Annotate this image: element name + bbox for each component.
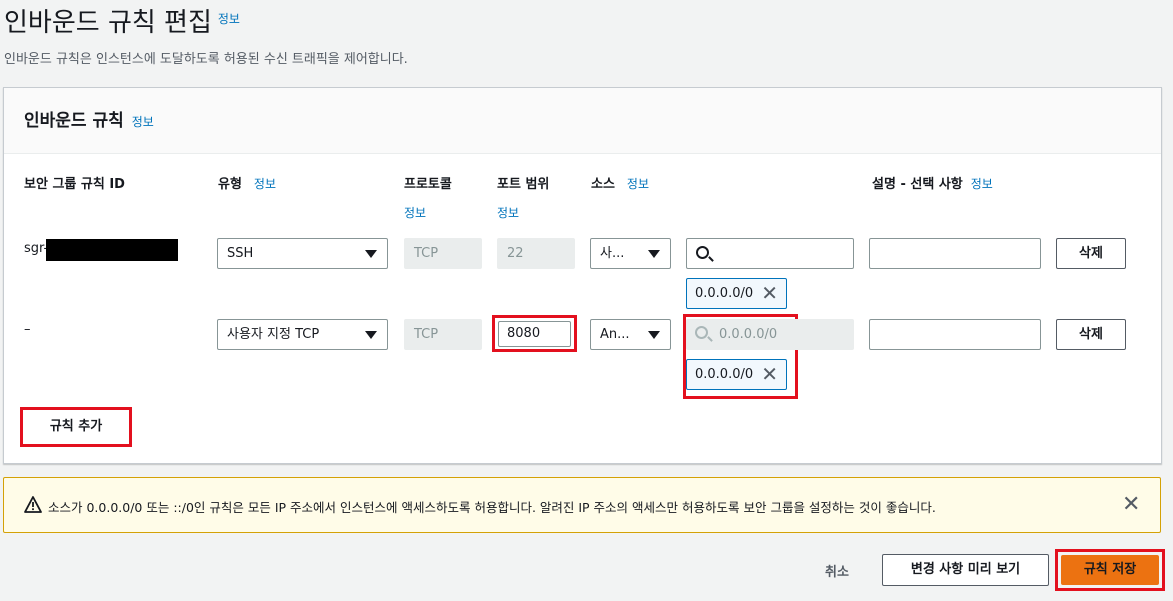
delete-rule-button[interactable]: 삭제 — [1056, 238, 1126, 269]
rule-id-text: sgr- — [24, 241, 49, 256]
type-select-value: 사용자 지정 TCP — [227, 327, 320, 342]
redacted-rule-id — [46, 239, 178, 261]
type-select[interactable]: SSH — [217, 238, 388, 269]
port-range-input[interactable]: 8080 — [498, 321, 571, 347]
col-header-port-range: 포트 범위 — [497, 177, 550, 192]
source-token-text: 0.0.0.0/0 — [695, 367, 754, 382]
col-header-type-label: 유형 — [218, 177, 242, 192]
close-icon[interactable]: ✕ — [1122, 492, 1140, 517]
preview-changes-button[interactable]: 변경 사항 미리 보기 — [882, 554, 1049, 586]
caret-down-icon — [648, 250, 660, 258]
description-info-link[interactable]: 정보 — [971, 177, 993, 191]
panel-title-text: 인바운드 규칙 — [24, 111, 124, 131]
page-title-text: 인바운드 규칙 편집 — [4, 8, 212, 38]
warning-banner: 소스가 0.0.0.0/0 또는 ::/0인 규칙은 모든 IP 주소에서 인스… — [3, 477, 1161, 533]
protocol-field: TCP — [404, 238, 482, 269]
col-header-rule-id: 보안 그룹 규칙 ID — [24, 177, 125, 192]
port-info-link[interactable]: 정보 — [497, 204, 519, 221]
page-info-link[interactable]: 정보 — [218, 12, 240, 26]
col-header-protocol: 프로토콜 — [404, 177, 452, 192]
panel-title: 인바운드 규칙 정보 — [24, 106, 154, 131]
remove-token-icon[interactable]: ✕ — [761, 360, 778, 389]
cancel-button[interactable]: 취소 — [825, 561, 849, 580]
source-token: 0.0.0.0/0 ✕ — [686, 278, 787, 309]
search-icon-wrapper — [686, 319, 716, 350]
page-title: 인바운드 규칙 편집 정보 — [4, 2, 240, 39]
source-type-select[interactable]: 사... — [590, 238, 671, 269]
caret-down-icon — [648, 331, 660, 339]
caret-down-icon — [365, 250, 377, 258]
col-header-source-label: 소스 — [591, 177, 615, 192]
page-description: 인바운드 규칙은 인스턴스에 도달하도록 허용된 수신 트래픽을 제어합니다. — [4, 52, 408, 67]
rule-id-cell: – — [24, 322, 31, 337]
col-header-description: 설명 - 선택 사항 정보 — [872, 173, 993, 192]
source-token-text: 0.0.0.0/0 — [695, 286, 754, 301]
warning-icon — [24, 496, 42, 513]
type-select[interactable]: 사용자 지정 TCP — [217, 319, 388, 350]
col-header-source: 소스 정보 — [591, 173, 649, 192]
search-icon — [695, 326, 708, 339]
delete-rule-button[interactable]: 삭제 — [1056, 319, 1126, 350]
source-type-select[interactable]: An... — [590, 319, 671, 350]
inbound-rules-panel: 인바운드 규칙 정보 보안 그룹 규칙 ID 유형 정보 프로토콜 정보 포트 범위… — [3, 87, 1162, 464]
warning-text: 소스가 0.0.0.0/0 또는 ::/0인 규칙은 모든 IP 주소에서 인스… — [48, 500, 936, 515]
col-header-type: 유형 정보 — [218, 173, 276, 192]
add-rule-button[interactable]: 규칙 추가 — [26, 413, 126, 441]
description-input[interactable] — [869, 319, 1041, 350]
source-info-link[interactable]: 정보 — [627, 177, 649, 191]
caret-down-icon — [365, 331, 377, 339]
rule-id-cell: sgr- — [24, 241, 48, 256]
save-rules-button[interactable]: 규칙 저장 — [1061, 555, 1159, 585]
description-input[interactable] — [869, 238, 1041, 269]
protocol-info-link[interactable]: 정보 — [404, 204, 426, 221]
source-search-input[interactable] — [686, 238, 854, 269]
search-icon — [696, 246, 709, 259]
panel-info-link[interactable]: 정보 — [132, 115, 154, 129]
source-type-value: An... — [600, 327, 630, 342]
source-token: 0.0.0.0/0 ✕ — [686, 359, 787, 390]
protocol-field: TCP — [404, 319, 482, 350]
col-header-description-label: 설명 - 선택 사항 — [872, 177, 963, 192]
port-range-field: 22 — [497, 238, 575, 269]
source-type-value: 사... — [600, 246, 625, 261]
type-select-value: SSH — [227, 246, 254, 261]
type-info-link[interactable]: 정보 — [254, 177, 276, 191]
remove-token-icon[interactable]: ✕ — [761, 279, 778, 308]
panel-header: 인바운드 규칙 정보 — [4, 88, 1161, 154]
